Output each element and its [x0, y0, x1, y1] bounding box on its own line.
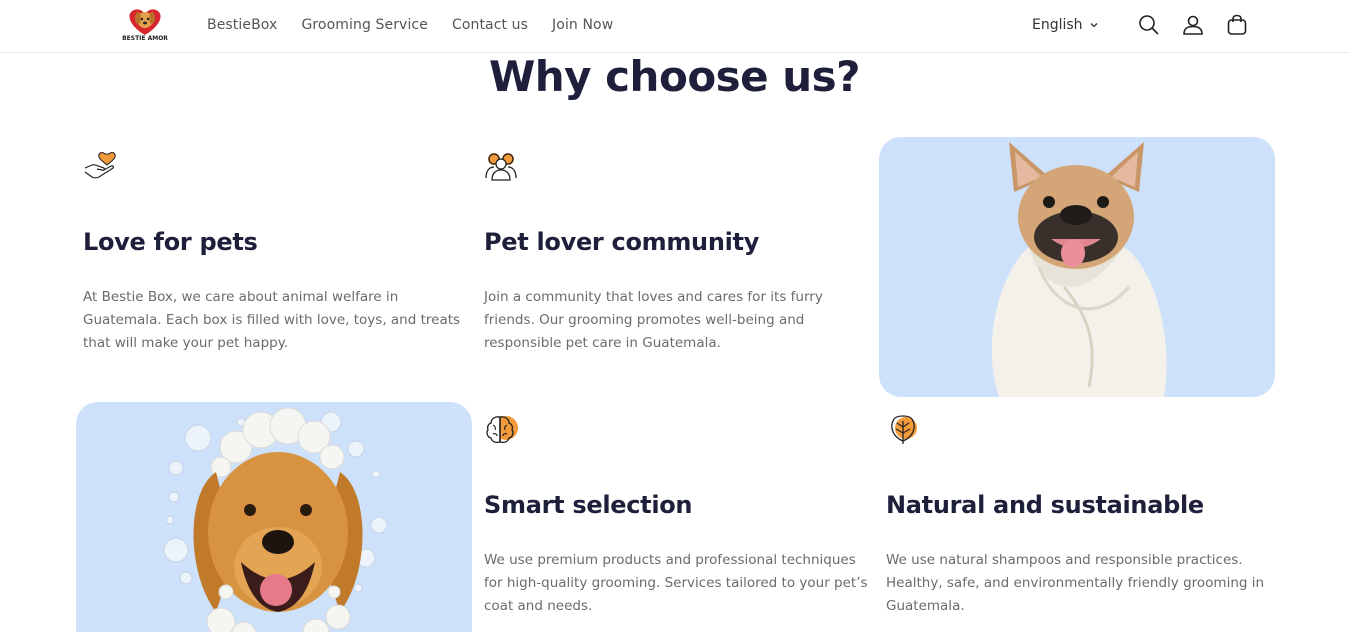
search-icon[interactable]	[1137, 13, 1161, 37]
dog-heart-logo-icon	[129, 9, 161, 35]
feature-description: Join a community that loves and cares fo…	[484, 289, 823, 351]
section-title: Why choose us?	[488, 52, 861, 101]
french-bulldog-towel-image	[991, 142, 1167, 397]
feature-title: Smart selection	[484, 491, 693, 519]
leaf-icon	[891, 415, 917, 444]
nav-link-bestiebox[interactable]: BestieBox	[207, 17, 277, 33]
chevron-down-icon	[1090, 23, 1098, 28]
frenchie-photo-card	[879, 137, 1275, 397]
account-icon[interactable]	[1181, 13, 1205, 37]
header-tools: English	[1032, 13, 1249, 37]
brain-icon	[486, 416, 518, 444]
logo-text: BESTIE AMOR	[122, 35, 168, 42]
feature-smart-selection: Smart selection We use premium products …	[484, 413, 869, 623]
logo[interactable]: BESTIE AMOR	[120, 5, 170, 47]
feature-title: Love for pets	[83, 228, 258, 256]
feature-love-for-pets: Love for pets At Bestie Box, we care abo…	[83, 150, 468, 360]
nav-link-grooming-service[interactable]: Grooming Service	[301, 17, 428, 33]
feature-description: At Bestie Box, we care about animal welf…	[83, 289, 461, 351]
cart-icon[interactable]	[1225, 13, 1249, 37]
language-label: English	[1032, 17, 1083, 33]
main-nav: BestieBox Grooming Service Contact us Jo…	[207, 17, 613, 33]
site-header: BESTIE AMOR BestieBox Grooming Service C…	[0, 0, 1349, 53]
feature-description: We use premium products and professional…	[484, 552, 868, 614]
golden-retriever-photo-card	[76, 402, 472, 632]
nav-link-join-now[interactable]: Join Now	[552, 17, 613, 33]
golden-retriever-bubbles-image	[163, 407, 388, 632]
feature-pet-lover-community: Pet lover community Join a community tha…	[484, 150, 869, 360]
feature-description: We use natural shampoos and responsible …	[886, 552, 1265, 614]
nav-link-contact-us[interactable]: Contact us	[452, 17, 528, 33]
feature-natural-and-sustainable: Natural and sustainable We use natural s…	[886, 413, 1271, 623]
feature-title: Natural and sustainable	[886, 491, 1204, 519]
community-icon	[485, 153, 517, 181]
heart-hand-icon	[84, 152, 116, 179]
feature-title: Pet lover community	[484, 228, 760, 256]
language-selector[interactable]: English	[1032, 17, 1099, 33]
